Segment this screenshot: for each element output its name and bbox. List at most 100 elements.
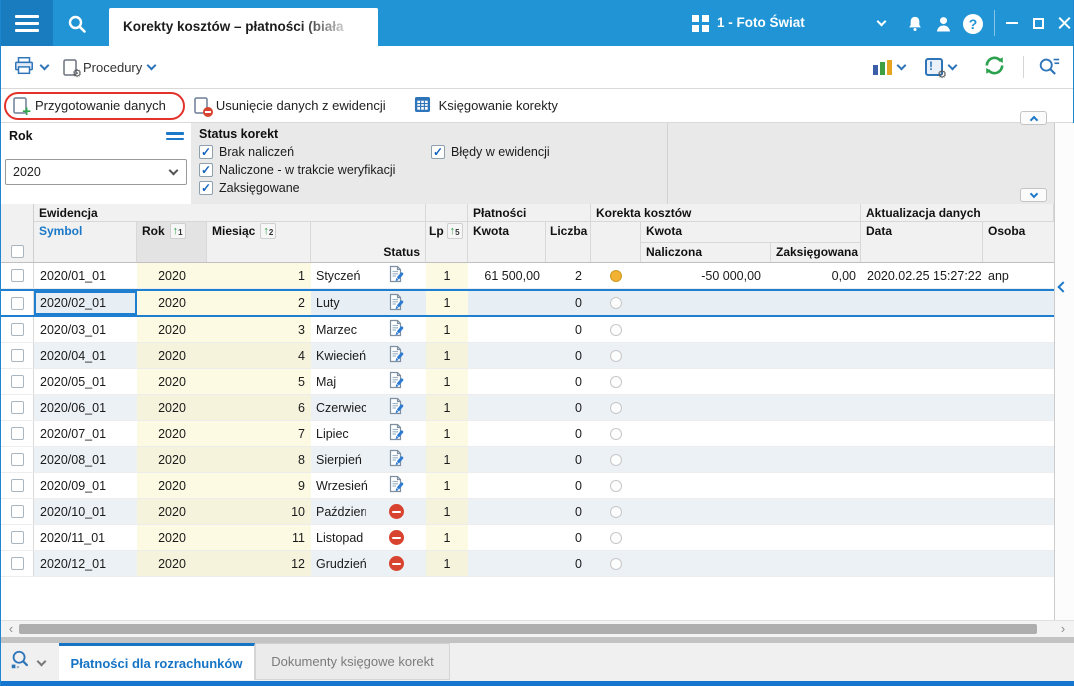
minimize-button[interactable] bbox=[999, 0, 1025, 46]
checkbox-icon[interactable] bbox=[431, 145, 445, 159]
group-header-platnosci[interactable]: Płatności bbox=[468, 204, 591, 222]
column-header-liczba[interactable]: Liczba bbox=[546, 222, 591, 262]
filter-expand-down-button[interactable] bbox=[1020, 188, 1047, 202]
row-checkbox[interactable] bbox=[1, 473, 34, 498]
column-header-kwota-platnosci[interactable]: Kwota bbox=[468, 222, 546, 262]
table-row[interactable]: 2020/05_01 2020 5 Maj 1 0 bbox=[1, 369, 1054, 395]
global-search-icon[interactable] bbox=[61, 8, 93, 40]
sort-indicator-rok[interactable]: ↑ 1 bbox=[169, 223, 186, 239]
prepare-data-button[interactable]: + Przygotowanie danych bbox=[13, 97, 166, 119]
user-profile-icon[interactable] bbox=[931, 12, 955, 36]
checkbox-icon[interactable] bbox=[199, 145, 213, 159]
column-header-osoba[interactable]: Osoba bbox=[983, 222, 1054, 262]
checkbox-bledy-w-ewidencji[interactable]: Błędy w ewidencji bbox=[431, 145, 550, 159]
checkbox-icon[interactable] bbox=[199, 163, 213, 177]
rok-select-chevron-icon bbox=[168, 165, 179, 176]
row-checkbox[interactable] bbox=[1, 395, 34, 420]
sort-indicator-lp[interactable]: ↑ 5 bbox=[446, 223, 463, 239]
refresh-button[interactable] bbox=[983, 46, 1006, 88]
row-checkbox[interactable] bbox=[1, 291, 34, 315]
modules-grid-icon[interactable] bbox=[692, 15, 709, 32]
post-correction-button[interactable]: Księgowanie korekty bbox=[414, 96, 558, 116]
sort-indicator-miesiac[interactable]: ↑ 2 bbox=[260, 223, 277, 239]
company-chevron-down-icon[interactable] bbox=[876, 16, 887, 27]
table-row[interactable]: 2020/03_01 2020 3 Marzec 1 0 bbox=[1, 317, 1054, 343]
column-header-symbol[interactable]: Symbol bbox=[34, 222, 137, 262]
row-checkbox[interactable] bbox=[1, 447, 34, 472]
group-header-korekta-kosztow[interactable]: Korekta kosztów bbox=[591, 204, 861, 222]
procedury-button[interactable]: ⚙ Procedury bbox=[63, 46, 157, 88]
row-checkbox[interactable] bbox=[1, 551, 34, 576]
side-panel-collapse-chevron-icon[interactable] bbox=[1057, 281, 1069, 293]
row-checkbox[interactable] bbox=[1, 421, 34, 446]
maximize-button[interactable] bbox=[1025, 0, 1051, 46]
chart-button[interactable] bbox=[873, 46, 907, 88]
table-row[interactable]: 2020/11_01 2020 11 Listopad 1 0 bbox=[1, 525, 1054, 551]
cell-naliczona bbox=[641, 343, 771, 368]
column-header-rok[interactable]: Rok ↑ 1 bbox=[137, 222, 207, 262]
close-button[interactable] bbox=[1051, 0, 1074, 46]
column-header-zaksiegowana[interactable]: Zaksięgowana bbox=[771, 243, 861, 262]
table-row[interactable]: 2020/01_01 2020 1 Styczeń 1 61 500,00 2 … bbox=[1, 263, 1054, 289]
filter-options-icon[interactable] bbox=[166, 132, 184, 143]
column-header-lp[interactable]: Lp ↑ 5 bbox=[426, 222, 468, 262]
row-checkbox[interactable] bbox=[1, 317, 34, 342]
table-row[interactable]: 2020/08_01 2020 8 Sierpień 1 0 bbox=[1, 447, 1054, 473]
group-header-aktualizacja-danych[interactable]: Aktualizacja danych bbox=[861, 204, 1054, 222]
column-header-status[interactable]: Status bbox=[366, 222, 426, 262]
status-korekt-label: Status korekt bbox=[199, 127, 279, 141]
scroll-left-arrow-icon[interactable]: ‹ bbox=[3, 621, 19, 637]
table-row[interactable]: 2020/06_01 2020 6 Czerwiec 1 0 bbox=[1, 395, 1054, 421]
column-header-naliczona[interactable]: Naliczona bbox=[641, 243, 771, 262]
cell-liczba: 0 bbox=[546, 291, 591, 315]
checkbox-brak-naliczen[interactable]: Brak naliczeń bbox=[199, 145, 294, 159]
lookup-chevron-down-icon[interactable] bbox=[36, 656, 47, 666]
chart-chevron-down-icon[interactable] bbox=[896, 60, 907, 71]
checkbox-icon[interactable] bbox=[199, 181, 213, 195]
checkbox-zaksiegowane[interactable]: Zaksięgowane bbox=[199, 181, 300, 195]
table-row[interactable]: 2020/09_01 2020 9 Wrzesień 1 0 bbox=[1, 473, 1054, 499]
cell-rok: 2020 bbox=[137, 343, 207, 368]
print-chevron-down-icon[interactable] bbox=[39, 60, 50, 71]
table-row[interactable]: 2020/12_01 2020 12 Grudzień 1 0 bbox=[1, 551, 1054, 577]
advanced-search-button[interactable] bbox=[1037, 46, 1061, 88]
table-row[interactable]: 2020/07_01 2020 7 Lipiec 1 0 bbox=[1, 421, 1054, 447]
horizontal-scrollbar[interactable]: ‹ › bbox=[1, 620, 1074, 637]
column-header-data[interactable]: Data bbox=[861, 222, 983, 262]
row-checkbox[interactable] bbox=[1, 369, 34, 394]
table-row[interactable]: 2020/02_01 2020 2 Luty 1 0 bbox=[1, 289, 1054, 317]
cell-miesiac-nr: 11 bbox=[207, 525, 311, 550]
filter-collapse-up-button[interactable] bbox=[1020, 111, 1047, 125]
checkbox-label: Naliczone - w trakcie weryfikacji bbox=[219, 163, 396, 177]
cell-rok: 2020 bbox=[137, 317, 207, 342]
settings-chevron-down-icon[interactable] bbox=[947, 60, 958, 71]
notifications-bell-icon[interactable] bbox=[903, 12, 927, 36]
tab-platnosci-dla-rozrachunkow[interactable]: Płatności dla rozrachunków bbox=[59, 643, 255, 680]
column-header-kwota-korekta[interactable]: Kwota bbox=[641, 222, 861, 243]
remove-data-button[interactable]: Usunięcie danych z ewidencji bbox=[194, 97, 386, 117]
row-checkbox[interactable] bbox=[1, 525, 34, 550]
table-row[interactable]: 2020/10_01 2020 10 Październik 1 0 bbox=[1, 499, 1054, 525]
scroll-right-arrow-icon[interactable]: › bbox=[1055, 621, 1071, 637]
row-checkbox[interactable] bbox=[1, 499, 34, 524]
procedury-chevron-down-icon[interactable] bbox=[146, 60, 157, 71]
cell-osoba bbox=[983, 395, 1054, 420]
select-all-checkbox[interactable] bbox=[1, 204, 34, 262]
group-header-ewidencja[interactable]: Ewidencja bbox=[34, 204, 426, 222]
print-button[interactable] bbox=[13, 46, 50, 88]
company-selector-label[interactable]: 1 - Foto Świat bbox=[717, 0, 805, 46]
column-header-miesiac[interactable]: Miesiąc ↑ 2 bbox=[207, 222, 311, 262]
list-settings-button[interactable]: ! ⚙ bbox=[925, 46, 958, 88]
document-tab[interactable]: Korekty kosztów – płatności (biała bbox=[109, 8, 378, 46]
scrollbar-thumb[interactable] bbox=[19, 624, 1037, 634]
correction-status-dot bbox=[610, 453, 622, 466]
help-icon[interactable]: ? bbox=[961, 12, 985, 36]
tab-dokumenty-ksiegowe-korekt[interactable]: Dokumenty księgowe korekt bbox=[255, 643, 450, 680]
table-row[interactable]: 2020/04_01 2020 4 Kwiecień 1 0 bbox=[1, 343, 1054, 369]
rok-select[interactable]: 2020 bbox=[5, 159, 187, 185]
row-checkbox[interactable] bbox=[1, 343, 34, 368]
lookup-button[interactable] bbox=[9, 649, 47, 676]
checkbox-naliczone[interactable]: Naliczone - w trakcie weryfikacji bbox=[199, 163, 395, 177]
hamburger-menu-icon[interactable] bbox=[1, 0, 53, 46]
row-checkbox[interactable] bbox=[1, 263, 34, 288]
